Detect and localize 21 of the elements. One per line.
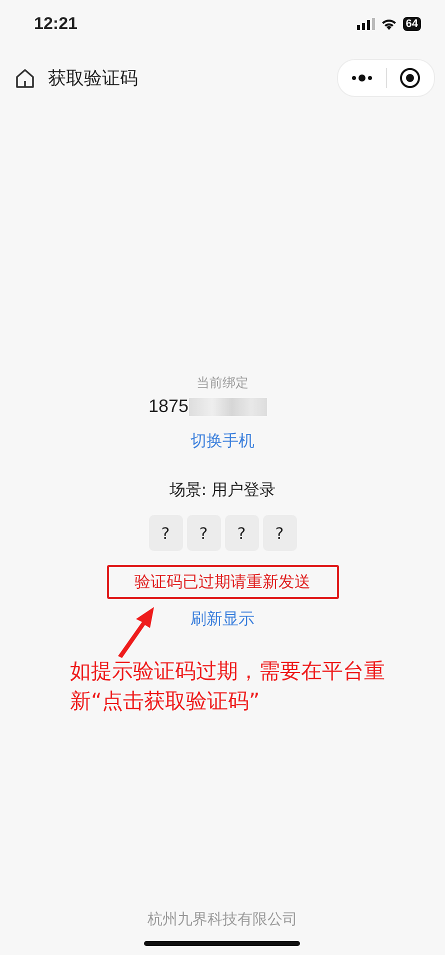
battery-level: 64 bbox=[402, 17, 421, 31]
binding-label: 当前绑定 bbox=[196, 375, 248, 392]
page-title: 获取验证码 bbox=[48, 67, 139, 90]
company-name: 杭州九界科技有限公司 bbox=[148, 910, 298, 928]
home-icon[interactable] bbox=[14, 67, 36, 89]
scene-label: 场景: 用户登录 bbox=[169, 480, 276, 501]
code-digit: ? bbox=[148, 515, 182, 551]
error-message: 验证码已过期请重新发送 bbox=[106, 565, 338, 599]
close-icon bbox=[399, 67, 422, 89]
code-digit: ? bbox=[186, 515, 220, 551]
more-icon bbox=[350, 74, 373, 82]
code-digit: ? bbox=[262, 515, 296, 551]
refresh-link[interactable]: 刷新显示 bbox=[190, 609, 254, 630]
annotation-text: 如提示验证码过期，需要在平台重新“点击获取验证码” bbox=[70, 658, 386, 715]
switch-phone-link[interactable]: 切换手机 bbox=[190, 431, 254, 452]
code-digit: ? bbox=[224, 515, 258, 551]
wifi-icon bbox=[380, 18, 397, 30]
phone-number: 1875 bbox=[148, 396, 189, 417]
annotation-arrow bbox=[116, 606, 156, 658]
signal-icon bbox=[356, 18, 375, 30]
status-time: 12:21 bbox=[34, 14, 78, 34]
